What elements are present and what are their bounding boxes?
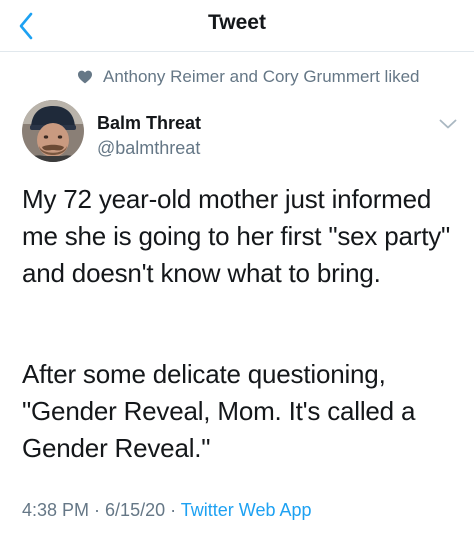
heart-icon [77, 69, 93, 85]
page-title: Tweet [208, 11, 266, 34]
more-options-button[interactable] [434, 112, 462, 136]
nav-bar: Tweet [0, 0, 474, 52]
tweet-metadata: 4:38 PM · 6/15/20 · Twitter Web App [22, 500, 312, 521]
social-context: Anthony Reimer and Cory Grummert liked [77, 66, 420, 88]
social-context-text: Anthony Reimer and Cory Grummert liked [103, 67, 420, 86]
author-handle[interactable]: @balmthreat [97, 138, 200, 159]
tweet-text-paragraph: My 72 year-old mother just informed me s… [22, 184, 451, 288]
meta-separator: · [89, 500, 106, 520]
tweet-text-paragraph: After some delicate questioning, "Gender… [22, 359, 416, 463]
meta-separator: · [165, 500, 181, 520]
tweet-source-link[interactable]: Twitter Web App [181, 500, 312, 520]
tweet-date: 6/15/20 [105, 500, 166, 520]
avatar[interactable] [22, 100, 84, 162]
author-display-name[interactable]: Balm Threat [97, 113, 201, 134]
tweet-time: 4:38 PM [22, 500, 90, 520]
chevron-down-icon [439, 119, 457, 129]
